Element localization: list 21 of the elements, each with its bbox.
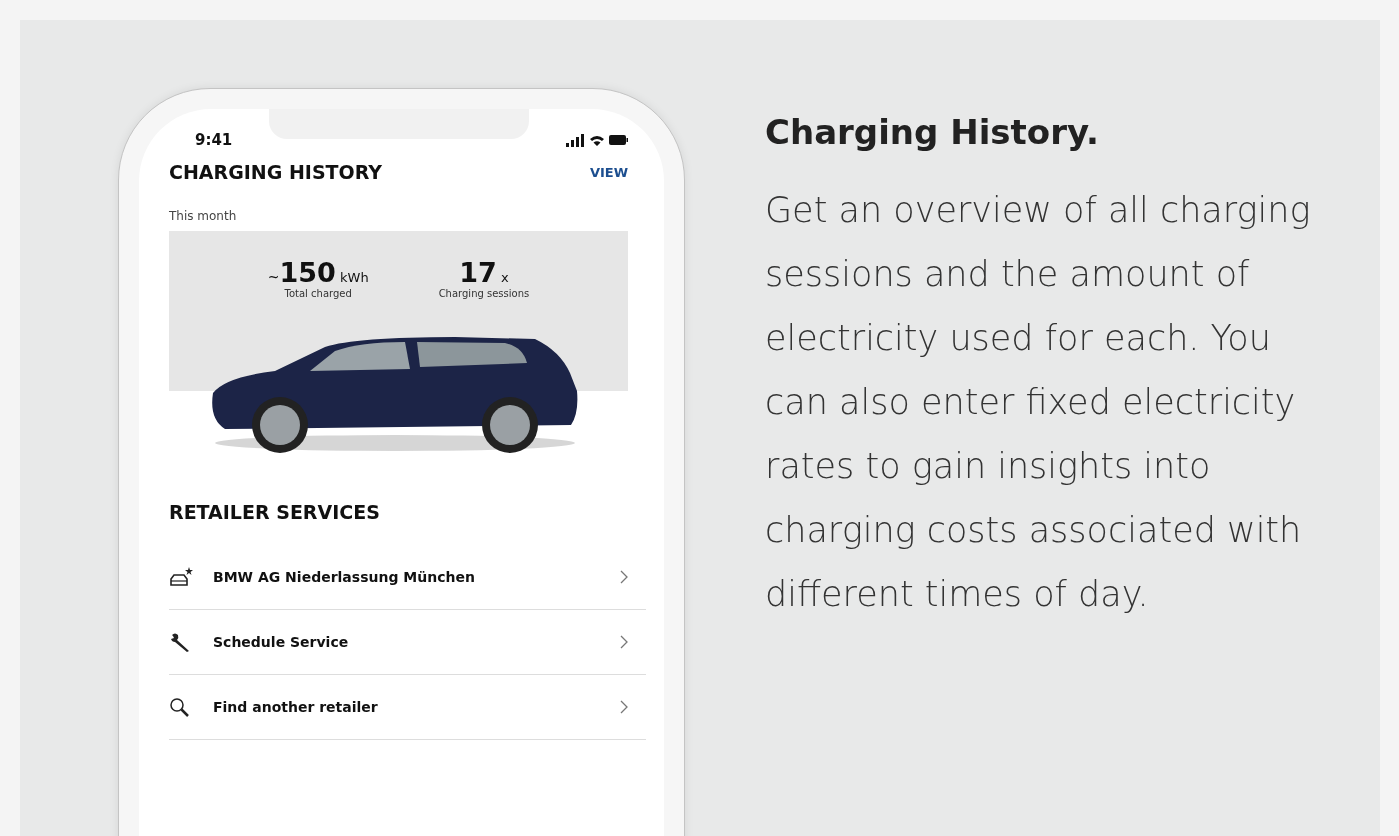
signal-icon bbox=[566, 133, 584, 147]
service-row[interactable]: Schedule Service bbox=[169, 610, 646, 675]
wifi-icon bbox=[589, 134, 604, 146]
service-row[interactable]: BMW AG Niederlassung München bbox=[169, 545, 646, 610]
stat-label: Total charged bbox=[283, 288, 353, 299]
stat-value: 17 x bbox=[458, 257, 510, 288]
status-time: 9:41 bbox=[195, 131, 233, 149]
period-label: This month bbox=[168, 208, 238, 223]
feature-description: Get an overview of all charging sessions and the amount of electricity used for each. You can also enter fixed electricity rates to gain insights into charging costs associated with different times of day. bbox=[765, 189, 1312, 616]
section-title: CHARGING HISTORY bbox=[169, 161, 383, 183]
car-star-icon bbox=[169, 567, 193, 587]
stat-value: ~150 kWh bbox=[267, 257, 369, 288]
section-title: RETAILER SERVICES bbox=[168, 500, 381, 523]
feature-title: Charging History. bbox=[765, 112, 1100, 152]
service-row[interactable]: Find another retailer bbox=[169, 675, 646, 740]
chevron-right-icon bbox=[620, 700, 628, 714]
battery-icon bbox=[609, 135, 628, 145]
chevron-right-icon bbox=[620, 635, 628, 649]
stat-label: Charging sessions bbox=[438, 288, 530, 299]
view-link[interactable]: VIEW bbox=[589, 164, 628, 180]
chevron-right-icon bbox=[620, 570, 628, 584]
